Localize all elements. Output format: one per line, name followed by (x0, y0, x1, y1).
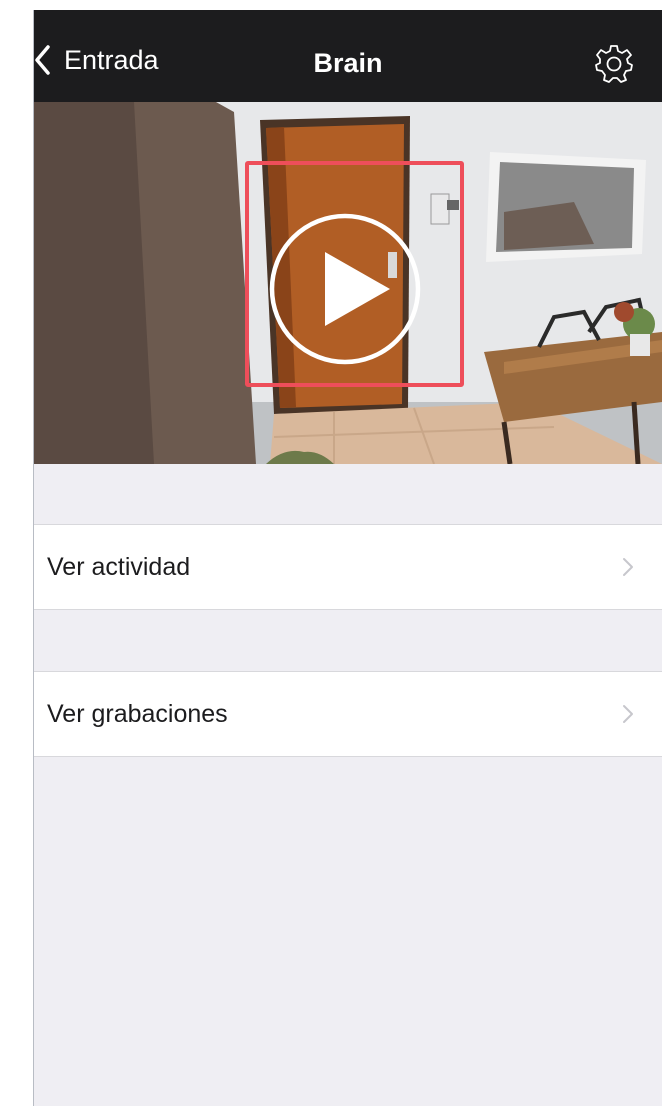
navigation-bar: Entrada Brain (34, 10, 662, 102)
activity-group: Ver actividad (34, 524, 662, 610)
page-title: Brain (313, 48, 383, 78)
recordings-group: Ver grabaciones (34, 671, 662, 757)
view-recordings-label: Ver grabaciones (47, 699, 228, 728)
gear-icon[interactable] (594, 43, 634, 83)
chevron-right-icon (623, 558, 633, 576)
play-icon[interactable] (268, 212, 422, 366)
view-activity-label: Ver actividad (47, 552, 191, 581)
view-activity-row[interactable]: Ver actividad (34, 525, 662, 609)
chevron-right-icon (623, 705, 633, 723)
camera-preview[interactable] (34, 102, 662, 464)
view-recordings-row[interactable]: Ver grabaciones (34, 672, 662, 756)
app-screen: Entrada Brain Ver actividad Ver grabacio… (33, 10, 662, 1106)
